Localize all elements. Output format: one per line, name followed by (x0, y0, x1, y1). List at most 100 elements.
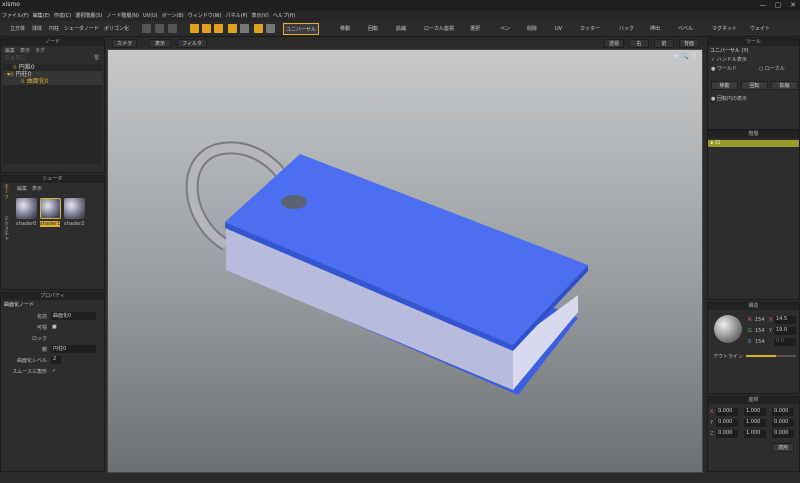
weight-tool-button[interactable]: ウェイト (750, 23, 770, 35)
menu-file[interactable]: ファイル(F) (0, 11, 31, 21)
prop-visible-checkbox[interactable]: ■ (52, 324, 57, 330)
y-field[interactable]: 19.0 (774, 327, 796, 335)
trash-icon[interactable]: 🗑 (94, 55, 100, 61)
tab-shader-view[interactable]: 表示 (32, 185, 42, 192)
edge-icon[interactable] (202, 24, 211, 33)
pos-y-field[interactable]: 0.000 (716, 419, 738, 427)
menu-view[interactable]: 表示(V) (250, 11, 271, 21)
front-view-button[interactable]: 前 (654, 39, 674, 48)
menu-bone[interactable]: ボーン(B) (160, 11, 186, 21)
cube-button[interactable]: 立方体 (10, 23, 25, 35)
box-select-icon[interactable] (254, 24, 263, 33)
z-field[interactable]: 0.0 (774, 338, 796, 346)
shader2-thumbnail[interactable] (64, 198, 85, 219)
scale-y-field[interactable]: 1.000 (744, 419, 766, 427)
menu-panel[interactable]: パネル(P) (224, 11, 250, 21)
shader0-thumbnail[interactable] (16, 198, 37, 219)
object-icon[interactable] (228, 24, 237, 33)
tab-node-edit[interactable]: 編集 (5, 47, 15, 54)
filter-dropdown[interactable]: フィルタ (177, 39, 207, 48)
camera-dropdown[interactable]: カメラ (112, 39, 137, 48)
list-item[interactable]: ▾⁞⁞ 円柱0 (3, 71, 102, 78)
apply-button[interactable]: 適用 (772, 443, 794, 452)
outline-slider[interactable] (746, 355, 796, 357)
world-radio[interactable]: ● ワールド (711, 66, 737, 72)
local-coords-button[interactable]: ローカル座標 (424, 23, 454, 35)
x-field[interactable]: 14.5 (774, 316, 796, 324)
view-dropdown[interactable]: 表示 (149, 39, 171, 48)
pos-z-field[interactable]: 0.000 (716, 430, 738, 438)
tab-node-view[interactable]: 表示 (20, 47, 30, 54)
bevel-tool-button[interactable]: ベベル (678, 23, 693, 35)
layer-item[interactable]: ▸ ロ (708, 140, 799, 147)
tab-texture[interactable]: テクスチャ (2, 216, 10, 241)
rot-x-field[interactable]: 0.000 (772, 408, 794, 416)
viewport-nav-icons[interactable]: ✛ 🔍 ▢ (674, 53, 696, 60)
tool-rotate-button[interactable]: 回転 (741, 81, 768, 90)
handle-checkbox[interactable]: ✓ ハンドル表示 (708, 55, 799, 64)
face-icon[interactable] (214, 24, 223, 33)
delete-tool-button[interactable]: 削除 (527, 23, 537, 35)
menu-edit[interactable]: 編集(E) (31, 11, 52, 21)
select-tool-button[interactable]: 選択 (470, 23, 480, 35)
shader-node-button[interactable]: シェーダノード (64, 23, 99, 35)
title-bar: xismo — ▢ ✕ (0, 0, 800, 11)
r-label: R (748, 317, 752, 323)
shader1-thumbnail[interactable] (40, 198, 61, 219)
bake-tool-button[interactable]: バック (619, 23, 634, 35)
prop-mirror-field[interactable]: 円柱0 (51, 345, 96, 353)
close-button[interactable]: ✕ (786, 0, 800, 11)
menu-create[interactable]: 作成(C) (52, 11, 73, 21)
back-view-button[interactable]: 背面 (679, 39, 699, 48)
sphere-button[interactable]: 球体 (32, 23, 42, 35)
g-value[interactable]: 154 (755, 328, 765, 334)
3d-viewport[interactable]: ✛ 🔍 ▢ (107, 49, 703, 473)
transform-panel-header: 座標 (708, 397, 799, 404)
pen-tool-button[interactable]: ペン (500, 23, 510, 35)
rot-y-field[interactable]: 0.000 (772, 419, 794, 427)
scale-z-field[interactable]: 1.000 (744, 430, 766, 438)
menu-node[interactable]: ノード階層(N) (104, 11, 141, 21)
pos-x-field[interactable]: 0.000 (716, 408, 738, 416)
menu-window[interactable]: ウィンドウ(W) (186, 11, 224, 21)
local-radio[interactable]: ○ ローカル (759, 66, 785, 72)
menu-select[interactable]: 選択階層(S) (73, 11, 104, 21)
shader-panel-tabs: 編集 表示 (17, 185, 47, 192)
gear-icon[interactable] (168, 24, 177, 33)
right-view-button[interactable]: 右 (629, 39, 649, 48)
menu-uv[interactable]: UV(U) (141, 11, 160, 21)
menu-help[interactable]: ヘルプ(H) (271, 11, 298, 21)
prop-level-stepper[interactable]: 2 (51, 356, 61, 364)
list-item[interactable]: ⁞⁞ 曲面化0 (3, 78, 102, 85)
polygonize-button[interactable]: ポリゴン化 (104, 23, 129, 35)
r-value[interactable]: 154 (755, 317, 765, 323)
tool-scale-button[interactable]: 拡縮 (771, 81, 798, 90)
prop-name-field[interactable]: 曲面化0 (51, 312, 96, 320)
magnet-tool-button[interactable]: マグネット (712, 23, 737, 35)
rotate-tool-button[interactable]: 回転 (368, 23, 378, 35)
scale-x-field[interactable]: 1.000 (744, 408, 766, 416)
maximize-button[interactable]: ▢ (771, 0, 785, 11)
tab-node-tag[interactable]: タグ (35, 47, 45, 54)
prop-smooth-checkbox[interactable]: ✓ (52, 368, 56, 374)
cylinder-button[interactable]: 円柱 (49, 23, 59, 35)
vertex-icon[interactable] (190, 24, 199, 33)
scale-tool-button[interactable]: 拡縮 (396, 23, 406, 35)
list-item[interactable]: ⁞⁞ 円錐0 (3, 64, 102, 71)
tool-move-button[interactable]: 移動 (711, 81, 738, 90)
undo-icon[interactable] (142, 24, 151, 33)
universal-tool-button[interactable]: ユニバーサル (283, 23, 319, 35)
push-tool-button[interactable]: 押出 (650, 23, 660, 35)
b-value[interactable]: 154 (755, 339, 765, 345)
uv-tool-button[interactable]: UV (555, 23, 562, 35)
perspective-button[interactable]: 透視 (604, 39, 624, 48)
redo-icon[interactable] (155, 24, 164, 33)
lasso-icon[interactable] (266, 24, 275, 33)
minimize-button[interactable]: — (756, 0, 770, 11)
tab-shader-edit[interactable]: 編集 (17, 185, 27, 192)
butterfly-icon[interactable] (240, 24, 249, 33)
cutter-tool-button[interactable]: カッター (580, 23, 600, 35)
move-tool-button[interactable]: 移動 (340, 23, 350, 35)
rotation-circle-toggle[interactable]: ● 回転円の表示 (711, 95, 747, 102)
rot-z-field[interactable]: 0.000 (772, 430, 794, 438)
